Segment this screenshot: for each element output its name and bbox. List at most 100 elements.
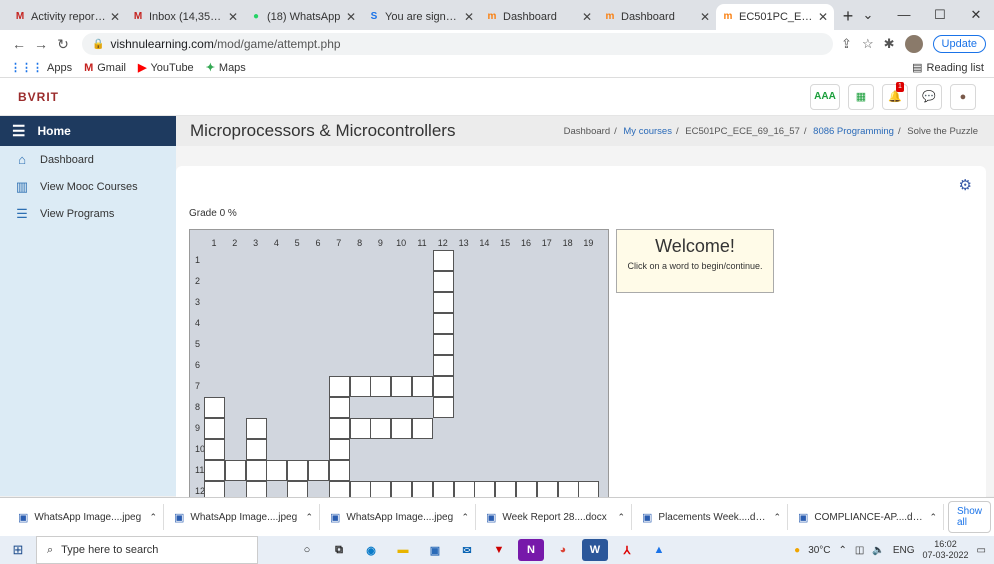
show-all-button[interactable]: Show all	[948, 501, 992, 533]
reload-button[interactable]: ↻	[52, 36, 74, 53]
download-item[interactable]: ▣ Week Report 28....docx ⌃	[480, 504, 632, 530]
task-view-icon[interactable]: ⧉	[326, 539, 352, 561]
crossword-cell[interactable]	[287, 460, 309, 481]
settings-gear-icon[interactable]: ⚙	[959, 176, 972, 194]
sidebar-item[interactable]: ⌂ Dashboard	[0, 146, 176, 173]
crossword-cell[interactable]	[432, 271, 454, 292]
network-icon[interactable]: ◫	[855, 545, 864, 556]
browser-tab[interactable]: S You are signed in as ✕	[362, 4, 480, 30]
chevron-up-icon[interactable]: ⌃	[929, 512, 937, 523]
download-item[interactable]: ▣ Placements Week....docx ⌃	[636, 504, 788, 530]
user-avatar[interactable]: ●	[950, 83, 976, 110]
browser-tab[interactable]: M Inbox (14,355) - atlu ✕	[126, 4, 244, 30]
download-item[interactable]: ▣ WhatsApp Image....jpeg ⌃	[324, 504, 476, 530]
photos-icon[interactable]: ▲	[646, 539, 672, 561]
crossword-cell[interactable]	[245, 418, 267, 439]
word-icon[interactable]: W	[582, 539, 608, 561]
mail-icon[interactable]: ✉	[454, 539, 480, 561]
crossword-cell[interactable]	[308, 460, 329, 481]
crossword-cell[interactable]	[412, 418, 433, 439]
sidebar-item[interactable]: ▥ View Mooc Courses	[0, 173, 176, 200]
browser-tab[interactable]: m Dashboard ✕	[480, 4, 598, 30]
browser-tab[interactable]: M Activity reports - pra ✕	[8, 4, 126, 30]
store-icon[interactable]: ▣	[422, 539, 448, 561]
crossword-cell[interactable]	[328, 439, 350, 460]
acrobat-icon[interactable]: ⅄	[614, 539, 640, 561]
notifications-icon[interactable]: ▭	[977, 545, 986, 556]
crossword-cell[interactable]	[412, 376, 433, 397]
site-logo[interactable]: BVRIT	[18, 90, 59, 104]
crossword-cell[interactable]	[349, 376, 371, 397]
maximize-button[interactable]: ☐	[922, 0, 958, 30]
crossword-cell[interactable]	[370, 418, 392, 439]
crossword-cell[interactable]	[204, 439, 225, 460]
browser-tab[interactable]: ● (18) WhatsApp ✕	[244, 4, 362, 30]
bookmark-item[interactable]: ▶ YouTube	[138, 61, 194, 75]
update-button[interactable]: Update	[932, 35, 986, 53]
crossword-cell[interactable]	[432, 313, 454, 334]
chrome-icon[interactable]: ◕	[550, 539, 576, 561]
crossword-cell[interactable]	[328, 397, 350, 418]
crossword-cell[interactable]	[245, 460, 267, 481]
chevron-up-icon[interactable]: ⌃	[773, 512, 781, 523]
close-tab-icon[interactable]: ✕	[110, 10, 120, 24]
crossword-cell[interactable]	[432, 334, 454, 355]
font-size-button[interactable]: AAA	[810, 83, 840, 110]
breadcrumb-section[interactable]: 8086 Programming	[813, 126, 894, 137]
apps-grid-icon[interactable]: ▦	[848, 83, 874, 110]
clock[interactable]: 16:02 07-03-2022	[923, 539, 969, 561]
close-tab-icon[interactable]: ✕	[228, 10, 238, 24]
cortana-icon[interactable]: ○	[294, 539, 320, 561]
profile-avatar[interactable]	[904, 35, 923, 53]
download-item[interactable]: ▣ WhatsApp Image....jpeg ⌃	[168, 504, 320, 530]
close-tab-icon[interactable]: ✕	[464, 10, 474, 24]
browser-tab[interactable]: m EC501PC_ECE_69_16_ ✕	[716, 4, 834, 30]
breadcrumb-course[interactable]: EC501PC_ECE_69_16_57	[685, 126, 800, 137]
weather-icon[interactable]: ●	[794, 545, 800, 556]
crossword-cell[interactable]	[432, 376, 454, 397]
crossword-cell[interactable]	[370, 376, 392, 397]
chevron-up-icon[interactable]: ⌃	[305, 512, 313, 523]
browser-tab[interactable]: m Dashboard ✕	[598, 4, 716, 30]
bookmark-item[interactable]: ✦ Maps	[206, 61, 246, 75]
crossword-cell[interactable]	[224, 460, 246, 481]
bookmark-star-icon[interactable]: ☆	[862, 36, 874, 52]
close-tab-icon[interactable]: ✕	[346, 10, 356, 24]
bookmark-item[interactable]: ⋮⋮⋮ Apps	[10, 61, 72, 75]
tray-chevron-icon[interactable]: ⌃	[839, 545, 847, 556]
language-indicator[interactable]: ENG	[893, 545, 915, 556]
windows-start-icon[interactable]: ⊞	[0, 542, 36, 558]
mcafee-icon[interactable]: ▼	[486, 539, 512, 561]
download-item[interactable]: ▣ COMPLIANCE-AP....docx ⌃	[792, 504, 944, 530]
onenote-icon[interactable]: N	[518, 539, 544, 561]
crossword-cell[interactable]	[204, 460, 225, 481]
crossword-cell[interactable]	[204, 418, 225, 439]
close-tab-icon[interactable]: ✕	[818, 10, 828, 24]
download-item[interactable]: ▣ WhatsApp Image....jpeg ⌃	[12, 504, 164, 530]
extensions-icon[interactable]: ✱	[884, 36, 895, 52]
chevron-up-icon[interactable]: ⌃	[149, 512, 157, 523]
reading-list-button[interactable]: ▤ Reading list	[912, 61, 984, 75]
crossword-cell[interactable]	[328, 376, 350, 397]
volume-icon[interactable]: 🔈	[872, 545, 884, 556]
crossword-cell[interactable]	[432, 355, 454, 376]
crossword-cell[interactable]	[245, 439, 267, 460]
menu-toggle-icon[interactable]: ☰	[12, 122, 25, 140]
crossword-cell[interactable]	[432, 292, 454, 313]
crossword-cell[interactable]	[266, 460, 288, 481]
close-tab-icon[interactable]: ✕	[700, 10, 710, 24]
share-icon[interactable]: ⇪	[841, 36, 852, 52]
crossword-cell[interactable]	[432, 250, 454, 271]
crossword-cell[interactable]	[204, 397, 225, 418]
close-window-button[interactable]: ✕	[958, 0, 994, 30]
chevron-up-icon[interactable]: ⌃	[617, 512, 625, 523]
edge-icon[interactable]: ◉	[358, 539, 384, 561]
url-input[interactable]: 🔒 vishnulearning.com /mod/game/attempt.p…	[82, 33, 834, 55]
sidebar-item[interactable]: ☰ View Programs	[0, 200, 176, 227]
crossword-cell[interactable]	[349, 418, 371, 439]
crossword-cell[interactable]	[328, 418, 350, 439]
notification-bell-icon[interactable]: 🔔 1	[882, 81, 908, 110]
close-tab-icon[interactable]: ✕	[582, 10, 592, 24]
breadcrumb-dashboard[interactable]: Dashboard	[564, 126, 610, 137]
weather-temp[interactable]: 30°C	[808, 545, 830, 556]
